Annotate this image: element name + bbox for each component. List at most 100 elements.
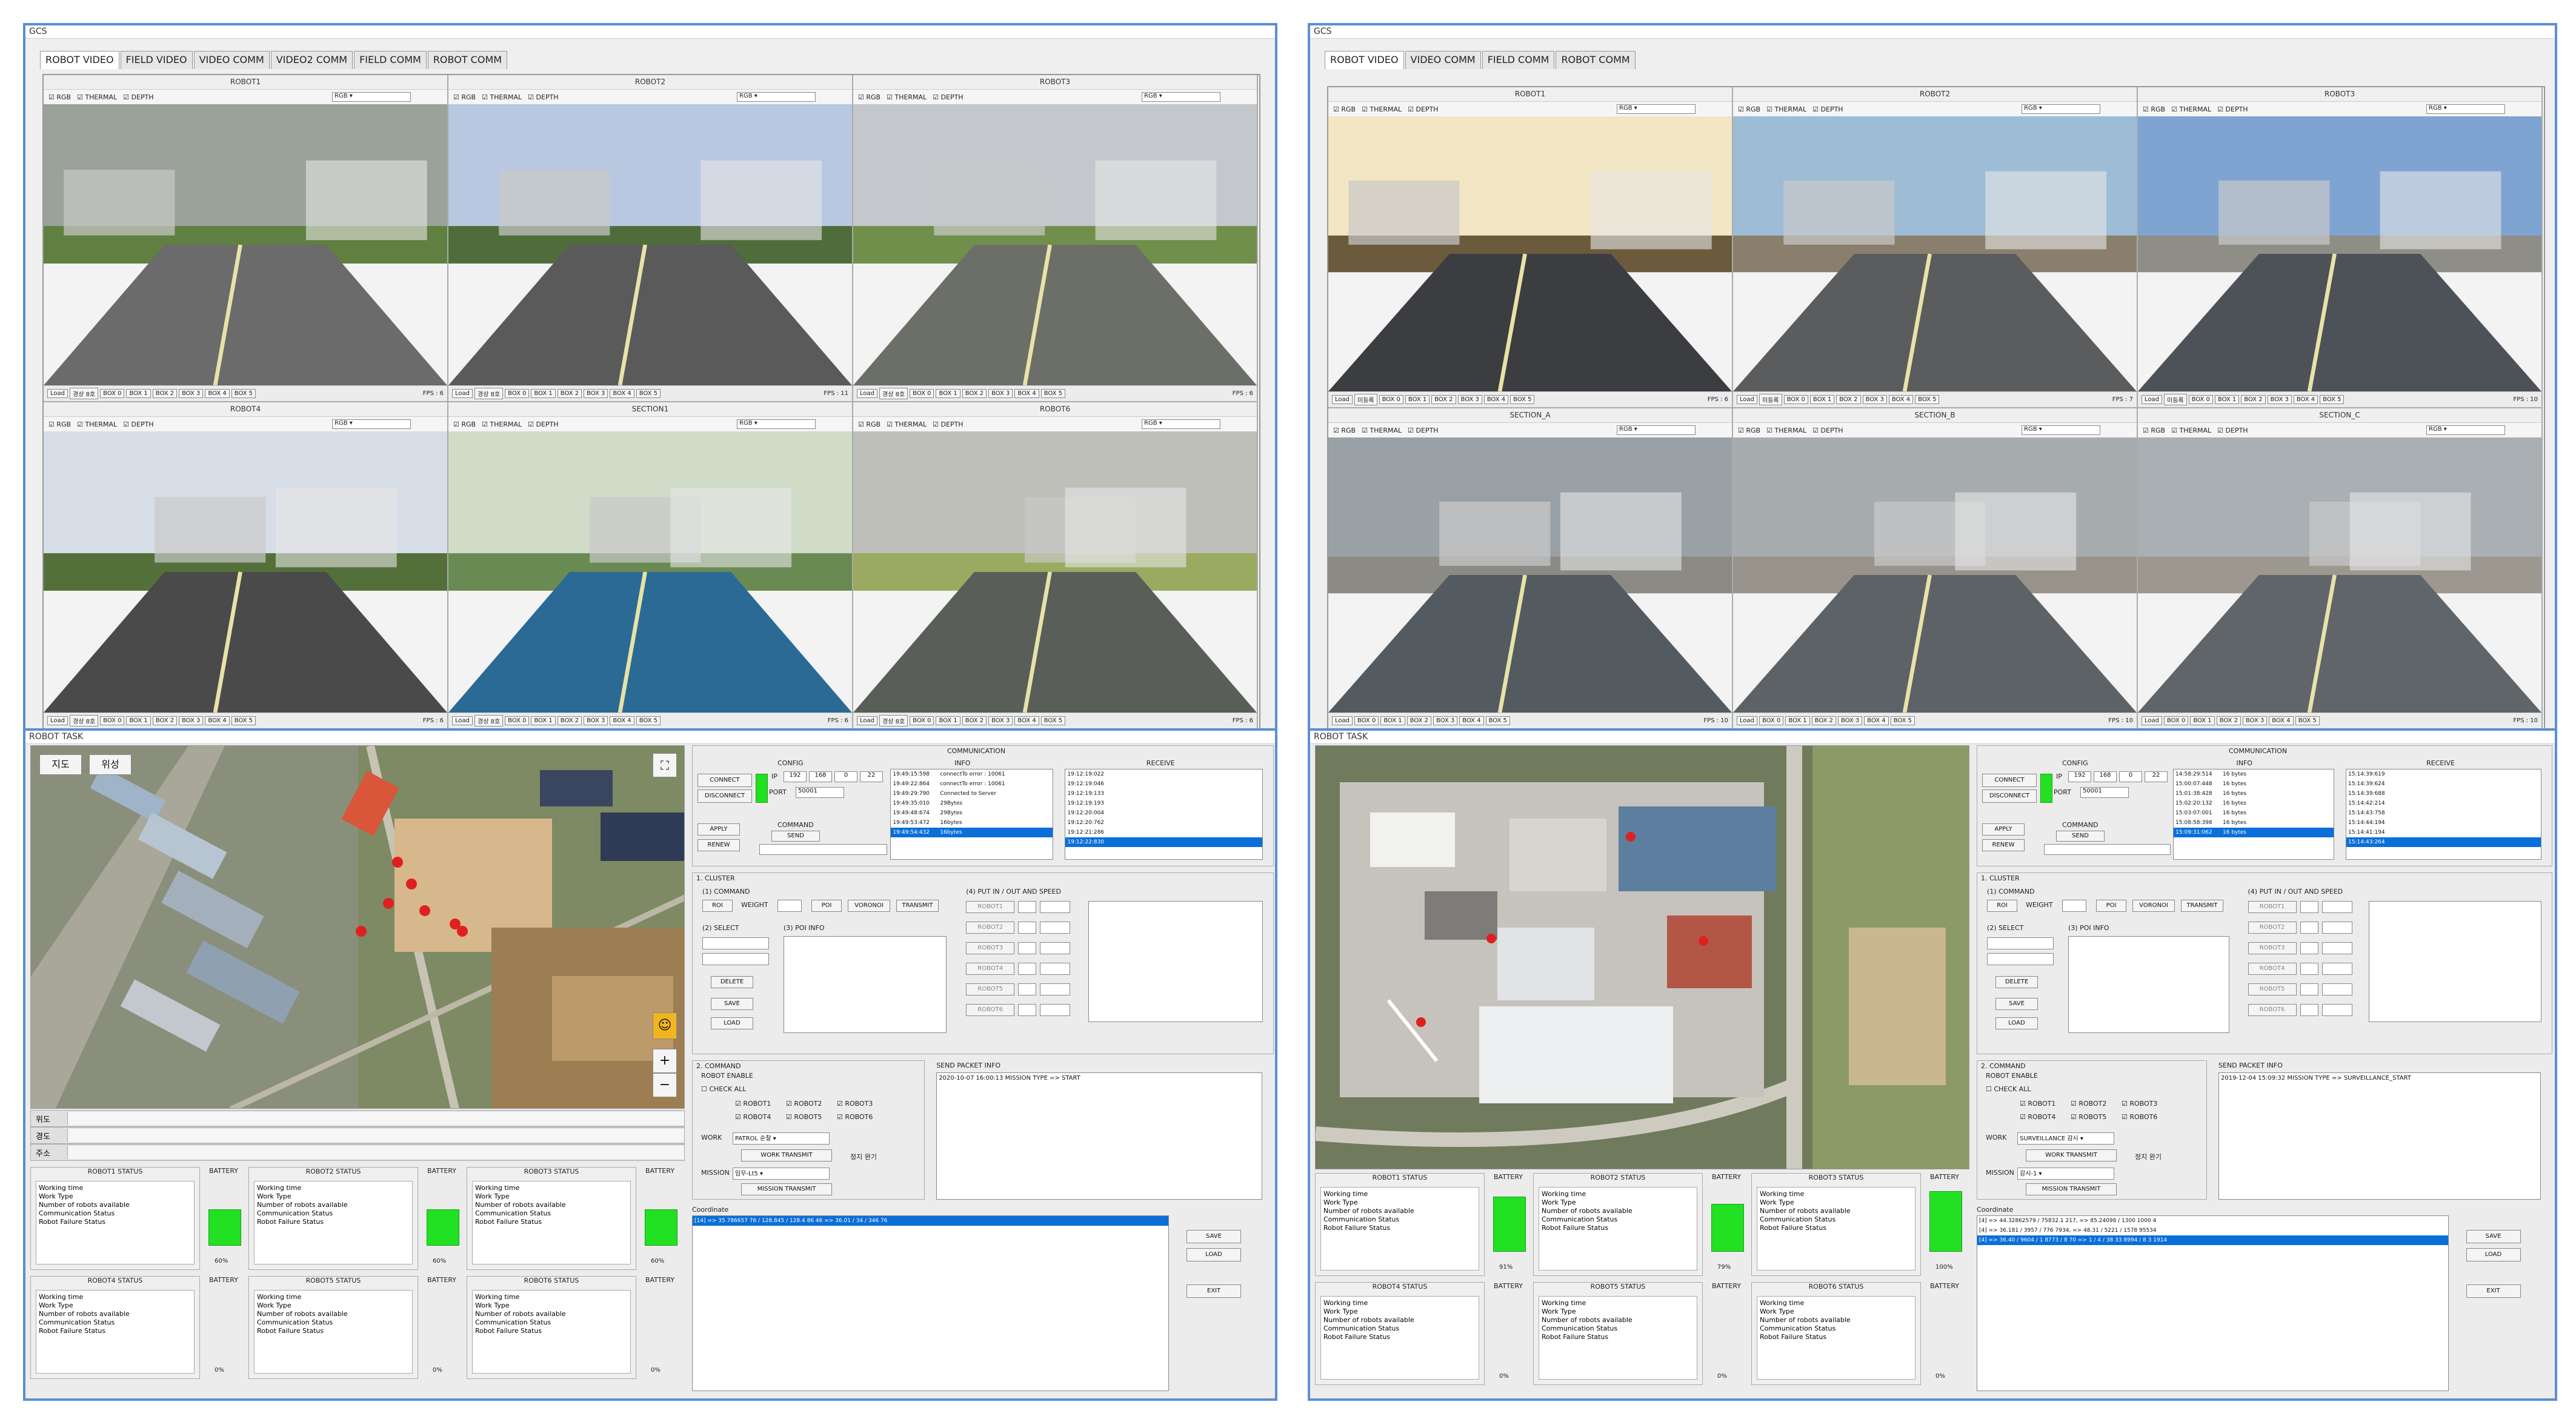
info-list[interactable]: 19:49:15:598 connectTo error : 10061 19:49… [890, 769, 1054, 860]
robot-speed-button[interactable]: ROBOT3 [2248, 942, 2297, 954]
checkbox-depth[interactable]: ☑ DEPTH [1812, 427, 1843, 434]
speed-field[interactable] [1018, 922, 1037, 934]
stream-select[interactable]: RGB ▾ [1617, 104, 1696, 114]
command-input[interactable] [759, 844, 888, 855]
load-button[interactable]: Load [1737, 716, 1757, 725]
map-button-satellite[interactable]: 위성 [89, 754, 131, 775]
box-button[interactable]: BOX 3 [179, 389, 204, 398]
speed-field[interactable] [2300, 963, 2318, 975]
speed-select[interactable] [2321, 922, 2352, 934]
work-transmit-button[interactable]: WORK TRANSMIT [2026, 1149, 2117, 1161]
speed-select[interactable] [2321, 1004, 2352, 1016]
robot-speed-button[interactable]: ROBOT3 [966, 942, 1015, 954]
mission-select[interactable]: 감시-1 ▾ [2017, 1168, 2114, 1180]
delete-button[interactable]: DELETE [711, 976, 753, 988]
box-button[interactable]: BOX 5 [636, 389, 661, 398]
box-button[interactable]: BOX 2 [962, 389, 987, 398]
box-button[interactable]: BOX 0 [1379, 395, 1403, 404]
robot-speed-button[interactable]: ROBOT2 [2248, 922, 2297, 934]
poi-button[interactable]: POI [811, 900, 842, 912]
receive-list[interactable]: 15:14:39:619 15:14:39:624 15:14:39:688 15:1… [2346, 769, 2541, 860]
tab-robot-video[interactable]: ROBOT VIDEO [40, 51, 119, 69]
load-button[interactable]: Load [857, 389, 877, 398]
speed-field[interactable] [1018, 963, 1037, 975]
check-all[interactable]: ☐ CHECK ALL [1986, 1085, 2031, 1093]
checkbox-rgb[interactable]: ☑ RGB [48, 93, 71, 101]
tab-video2-comm[interactable]: VIDEO2 COMM [270, 51, 353, 69]
receive-list[interactable]: 19:12:19:022 19:12:19:046 19:12:19:133 19:1… [1065, 769, 1263, 860]
box-button[interactable]: BOX 0 [1354, 716, 1379, 725]
connect-button[interactable]: CONNECT [1982, 774, 2037, 787]
box-button[interactable]: BOX 0 [910, 389, 934, 398]
box-button[interactable]: BOX 5 [1890, 716, 1915, 725]
box-button[interactable]: BOX 1 [1405, 395, 1430, 404]
box-button[interactable]: BOX 4 [205, 716, 230, 725]
coord-save-button[interactable]: SAVE [2466, 1230, 2521, 1243]
stream-select[interactable]: RGB ▾ [2022, 104, 2100, 114]
coord-save-button[interactable]: SAVE [1186, 1230, 1241, 1243]
robot-speed-button[interactable]: ROBOT2 [966, 922, 1015, 934]
work-transmit-button[interactable]: WORK TRANSMIT [741, 1149, 832, 1161]
disconnect-button[interactable]: DISCONNECT [697, 789, 752, 803]
box-button[interactable]: BOX 1 [126, 716, 151, 725]
renew-button[interactable]: RENEW [1982, 839, 2025, 851]
checkbox-rgb[interactable]: ☑ RGB [48, 420, 71, 428]
speed-select[interactable] [1040, 942, 1071, 954]
delete-button[interactable]: DELETE [1995, 976, 2038, 988]
ip-octet-field[interactable]: 192 [2068, 771, 2091, 782]
box-button[interactable]: BOX 2 [1431, 395, 1456, 404]
box-button[interactable]: BOX 5 [2295, 716, 2320, 725]
checkbox-rgb[interactable]: ☑ RGB [858, 93, 880, 101]
box-button[interactable]: BOX 1 [126, 389, 151, 398]
box-button[interactable]: BOX 2 [1811, 716, 1836, 725]
speed-field[interactable] [2300, 942, 2318, 954]
speed-field[interactable] [2300, 983, 2318, 995]
stream-select[interactable]: RGB ▾ [2426, 104, 2505, 114]
checkbox-rgb[interactable]: ☑ RGB [1738, 427, 1760, 434]
disconnect-button[interactable]: DISCONNECT [1982, 789, 2037, 803]
box-button[interactable]: BOX 4 [610, 716, 634, 725]
check-all[interactable]: ☐ CHECK ALL [701, 1085, 746, 1093]
select-dropdown-2[interactable] [702, 953, 769, 965]
box-button[interactable]: BOX 3 [2267, 395, 2292, 404]
box-button[interactable]: BOX 0 [2188, 395, 2213, 404]
tab-robot-video[interactable]: ROBOT VIDEO [1325, 51, 1404, 69]
speed-select[interactable] [1040, 901, 1071, 913]
checkbox-thermal[interactable]: ☑ THERMAL [77, 420, 117, 428]
box-button[interactable]: BOX 4 [2293, 395, 2318, 404]
load-button[interactable]: Load [1332, 395, 1353, 404]
robot-speed-button[interactable]: ROBOT4 [966, 963, 1015, 975]
roi-button[interactable]: ROI [702, 900, 733, 912]
load-button[interactable]: Load [2142, 716, 2162, 725]
load-button[interactable]: LOAD [711, 1017, 753, 1029]
command-input[interactable] [2044, 844, 2171, 855]
work-select[interactable]: SURVEILLANCE 감시 ▾ [2017, 1132, 2114, 1145]
apply-button[interactable]: APPLY [697, 823, 740, 836]
robot-enable-checkbox[interactable]: ☑ ROBOT1 [2020, 1100, 2055, 1108]
load-button[interactable]: Load [1332, 716, 1353, 725]
box-button[interactable]: BOX 3 [988, 389, 1013, 398]
box-button[interactable]: BOX 1 [2190, 716, 2215, 725]
box-button[interactable]: BOX 5 [2320, 395, 2345, 404]
box-button[interactable]: BOX 0 [910, 716, 934, 725]
checkbox-depth[interactable]: ☑ DEPTH [933, 420, 963, 428]
speed-select[interactable] [2321, 901, 2352, 913]
weight-field[interactable] [2062, 900, 2086, 912]
checkbox-thermal[interactable]: ☑ THERMAL [887, 93, 927, 101]
ip-octet-field[interactable]: 168 [809, 771, 832, 782]
stream-select[interactable]: RGB ▾ [1142, 92, 1220, 102]
box-button[interactable]: BOX 1 [531, 716, 556, 725]
checkbox-depth[interactable]: ☑ DEPTH [2217, 427, 2248, 434]
checkbox-thermal[interactable]: ☑ THERMAL [2171, 427, 2211, 434]
speed-select[interactable] [1040, 1004, 1071, 1016]
robot-enable-checkbox[interactable]: ☑ ROBOT6 [2122, 1113, 2157, 1121]
box-button[interactable]: BOX 1 [1785, 716, 1810, 725]
send-button[interactable]: SEND [771, 831, 820, 842]
load-button[interactable]: Load [452, 716, 473, 725]
box-button[interactable]: BOX 0 [2164, 716, 2189, 725]
checkbox-depth[interactable]: ☑ DEPTH [1812, 105, 1843, 113]
stream-select[interactable]: RGB ▾ [737, 92, 816, 102]
box-button[interactable]: BOX 0 [100, 389, 125, 398]
checkbox-rgb[interactable]: ☑ RGB [1738, 105, 1760, 113]
ip-octet-field[interactable]: 22 [2145, 771, 2168, 782]
